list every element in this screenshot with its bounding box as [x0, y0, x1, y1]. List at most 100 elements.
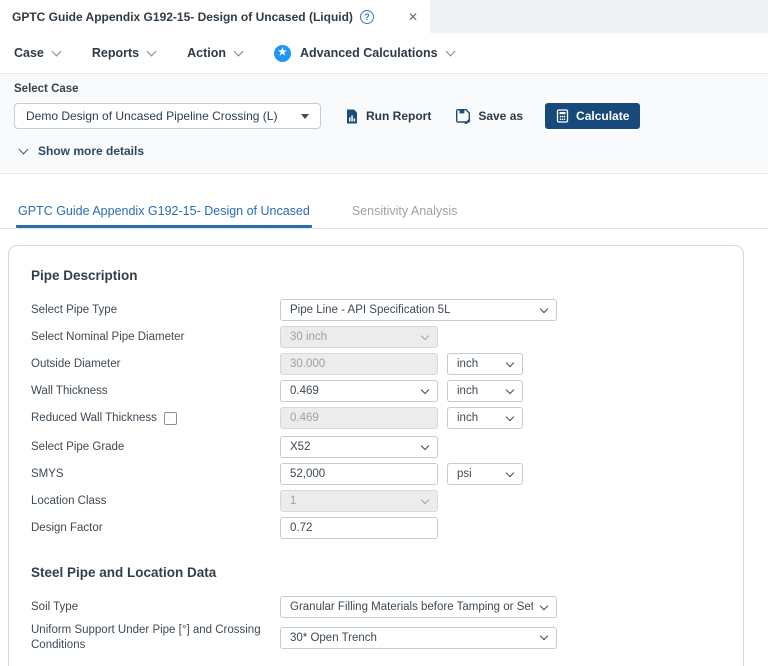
chevron-down-icon [539, 632, 549, 641]
chevron-down-icon [420, 441, 430, 450]
form-row-pipe-type: Select Pipe Type Pipe Line - API Specifi… [31, 299, 721, 321]
save-as-label: Save as [478, 109, 524, 123]
calculator-icon [556, 109, 569, 123]
close-icon[interactable]: ✕ [408, 10, 418, 24]
field-label: Wall Thickness [31, 384, 108, 397]
chevron-down-icon [420, 385, 430, 394]
wall-thickness-select[interactable]: 0.469 [280, 380, 438, 402]
calculate-label: Calculate [576, 109, 630, 123]
show-more-details-toggle[interactable]: Show more details [14, 129, 754, 173]
form-row-reduced-wall-thickness: Reduced Wall Thickness inch [31, 407, 721, 429]
field-label: Design Factor [31, 521, 103, 534]
form-row-wall-thickness: Wall Thickness 0.469 inch [31, 380, 721, 402]
form-panel: Pipe Description Select Pipe Type Pipe L… [8, 245, 744, 666]
menu-case[interactable]: Case [14, 46, 62, 60]
run-report-label: Run Report [366, 109, 432, 123]
form-row-nominal-diameter: Select Nominal Pipe Diameter 30 inch [31, 326, 721, 348]
nominal-diameter-select: 30 inch [280, 326, 438, 348]
field-label-text: Reduced Wall Thickness [31, 411, 157, 424]
caret-down-icon [301, 113, 309, 119]
field-label: Select Pipe Grade [31, 440, 125, 453]
outside-diameter-input [280, 353, 438, 375]
select-value: 0.469 [290, 385, 319, 397]
pipe-type-select[interactable]: Pipe Line - API Specification 5L [280, 299, 557, 321]
unit-value: inch [457, 412, 479, 424]
window-tab[interactable]: GPTC Guide Appendix G192-15- Design of U… [0, 0, 430, 33]
field-label: Reduced Wall Thickness [31, 411, 280, 426]
menu-advanced-calculations[interactable]: ★ Advanced Calculations [274, 44, 456, 62]
show-more-details-label: Show more details [38, 144, 145, 158]
star-circle-icon: ★ [274, 44, 292, 62]
uniform-support-select[interactable]: 30* Open Trench [280, 626, 557, 649]
outside-diameter-unit-select[interactable]: inch [447, 353, 523, 375]
soil-type-select[interactable]: Granular Filling Materials before Tampin… [280, 596, 557, 618]
chevron-down-icon [18, 144, 29, 155]
location-class-select: 1 [280, 490, 438, 512]
menu-label: Action [187, 46, 227, 60]
chevron-down-icon [51, 46, 62, 56]
select-value: 30 inch [290, 331, 328, 343]
chevron-down-icon [539, 304, 549, 313]
pipe-grade-select[interactable]: X52 [280, 436, 438, 458]
form-row-uniform-support: Uniform Support Under Pipe [°] and Cross… [31, 623, 721, 653]
form-row-soil-type: Soil Type Granular Filling Materials bef… [31, 596, 721, 618]
section-heading-pipe-description: Pipe Description [31, 268, 138, 283]
field-label: Location Class [31, 494, 107, 507]
form-row-smys: SMYS psi [31, 463, 721, 485]
reduced-wall-thickness-unit-select[interactable]: inch [447, 407, 523, 429]
smys-unit-select[interactable]: psi [447, 463, 523, 485]
smys-input[interactable] [280, 463, 438, 485]
select-value: 1 [290, 495, 297, 507]
menu-label: Advanced Calculations [300, 46, 438, 60]
help-circle-icon[interactable]: ? [359, 9, 374, 24]
calculate-button[interactable]: Calculate [545, 103, 641, 129]
chevron-down-icon [233, 46, 244, 56]
field-label: Select Nominal Pipe Diameter [31, 330, 185, 343]
select-value: Pipe Line - API Specification 5L [290, 304, 451, 316]
save-disk-icon [456, 109, 471, 124]
form-row-location-class: Location Class 1 [31, 490, 721, 512]
unit-value: psi [457, 468, 472, 480]
form-row-design-factor: Design Factor [31, 517, 721, 539]
chevron-down-icon [540, 601, 549, 610]
chevron-down-icon [505, 468, 515, 477]
menu-action[interactable]: Action [187, 46, 244, 60]
field-label: Outside Diameter [31, 357, 121, 370]
form-row-pipe-grade: Select Pipe Grade X52 [31, 436, 721, 458]
report-document-icon [347, 109, 357, 123]
chevron-down-icon [146, 46, 157, 56]
wall-thickness-unit-select[interactable]: inch [447, 380, 523, 402]
chevron-down-icon [505, 385, 515, 394]
chevron-down-icon [420, 495, 430, 504]
field-label: SMYS [31, 467, 64, 480]
chevron-down-icon [445, 46, 456, 56]
field-label: Select Pipe Type [31, 303, 118, 316]
reduced-wall-thickness-checkbox[interactable] [163, 411, 177, 425]
page-tabs: GPTC Guide Appendix G192-15- Design of U… [0, 195, 768, 229]
save-as-button[interactable]: Save as [455, 108, 523, 124]
unit-value: inch [457, 385, 479, 397]
field-label: Soil Type [31, 600, 79, 613]
unit-value: inch [457, 358, 479, 370]
form-row-outside-diameter: Outside Diameter inch [31, 353, 721, 375]
tab-gptc-guide[interactable]: GPTC Guide Appendix G192-15- Design of U… [16, 195, 312, 228]
case-bar-row: Demo Design of Uncased Pipeline Crossing… [14, 103, 754, 129]
select-case-label: Select Case [14, 83, 79, 95]
case-select[interactable]: Demo Design of Uncased Pipeline Crossing… [14, 103, 321, 129]
menu-label: Reports [91, 46, 140, 60]
window-tab-title: GPTC Guide Appendix G192-15- Design of U… [12, 9, 353, 24]
design-factor-input[interactable] [280, 517, 438, 539]
chevron-down-icon [420, 331, 430, 340]
run-report-button[interactable]: Run Report [345, 109, 431, 124]
menu-bar: Case Reports Action ★ Advanced Calculati… [0, 33, 768, 74]
field-label: Uniform Support Under Pipe [°] and Cross… [31, 624, 261, 651]
select-value: X52 [290, 441, 311, 453]
tab-strip-empty-area [430, 0, 768, 33]
chevron-down-icon [505, 358, 515, 367]
case-select-value: Demo Design of Uncased Pipeline Crossing… [26, 109, 278, 123]
menu-reports[interactable]: Reports [91, 46, 157, 60]
select-value: 30* Open Trench [290, 631, 377, 644]
window-tab-strip: GPTC Guide Appendix G192-15- Design of U… [0, 0, 768, 33]
tab-sensitivity-analysis[interactable]: Sensitivity Analysis [350, 195, 460, 228]
chevron-down-icon [505, 412, 515, 421]
